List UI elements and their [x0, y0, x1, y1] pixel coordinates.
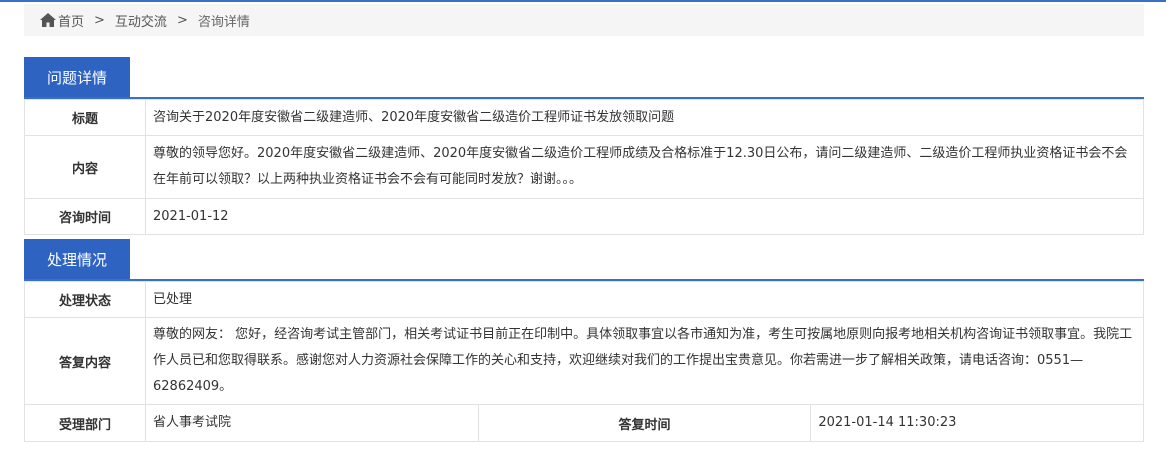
department-label: 受理部门 [24, 404, 146, 442]
reply-content-label: 答复内容 [24, 317, 146, 405]
title-label: 标题 [24, 99, 146, 136]
question-title-row: 标题 咨询关于2020年度安徽省二级建造师、2020年度安徽省二级造价工程师证书… [24, 99, 1144, 136]
question-table: 标题 咨询关于2020年度安徽省二级建造师、2020年度安徽省二级造价工程师证书… [24, 99, 1144, 235]
breadcrumb-separator: > [176, 12, 188, 28]
content-value: 尊敬的领导您好。2020年度安徽省二级建造师、2020年度安徽省二级造价工程师成… [145, 135, 1144, 199]
question-section-header: 问题详情 [24, 56, 1144, 99]
reply-time-value: 2021-01-14 11:30:23 [810, 404, 1144, 442]
reply-content-value: 尊敬的网友： 您好，经咨询考试主管部门，相关考试证书目前正在印制中。具体领取事宜… [145, 317, 1144, 405]
inquiry-time-value: 2021-01-12 [145, 198, 1144, 235]
status-row: 处理状态 已处理 [24, 281, 1144, 318]
content-label: 内容 [24, 135, 146, 199]
handling-status-tab: 处理情况 [24, 239, 130, 279]
status-label: 处理状态 [24, 281, 146, 318]
breadcrumb-interaction-link[interactable]: 互动交流 [115, 11, 167, 30]
home-icon [40, 13, 56, 27]
breadcrumb-home-link[interactable]: 首页 [58, 11, 84, 30]
breadcrumb: 首页 > 互动交流 > 咨询详情 [24, 4, 1144, 36]
department-value: 省人事考试院 [145, 404, 479, 442]
status-value: 已处理 [145, 281, 1144, 318]
department-row: 受理部门 省人事考试院 答复时间 2021-01-14 11:30:23 [24, 404, 1144, 442]
handling-table: 处理状态 已处理 答复内容 尊敬的网友： 您好，经咨询考试主管部门，相关考试证书… [24, 281, 1144, 442]
reply-time-label: 答复时间 [477, 404, 812, 442]
question-time-row: 咨询时间 2021-01-12 [24, 198, 1144, 235]
top-accent-line [0, 0, 1166, 2]
handling-section-header: 处理情况 [24, 238, 1144, 281]
question-content-row: 内容 尊敬的领导您好。2020年度安徽省二级建造师、2020年度安徽省二级造价工… [24, 135, 1144, 199]
reply-row: 答复内容 尊敬的网友： 您好，经咨询考试主管部门，相关考试证书目前正在印制中。具… [24, 317, 1144, 405]
question-details-tab: 问题详情 [24, 57, 130, 97]
breadcrumb-current: 咨询详情 [197, 14, 250, 30]
title-value: 咨询关于2020年度安徽省二级建造师、2020年度安徽省二级造价工程师证书发放领… [145, 99, 1144, 136]
question-section: 问题详情 标题 咨询关于2020年度安徽省二级建造师、2020年度安徽省二级造价… [24, 56, 1144, 235]
inquiry-time-label: 咨询时间 [24, 198, 146, 235]
breadcrumb-separator: > [94, 12, 105, 28]
handling-section: 处理情况 处理状态 已处理 答复内容 尊敬的网友： 您好，经咨询考试主管部门，相… [24, 238, 1144, 442]
